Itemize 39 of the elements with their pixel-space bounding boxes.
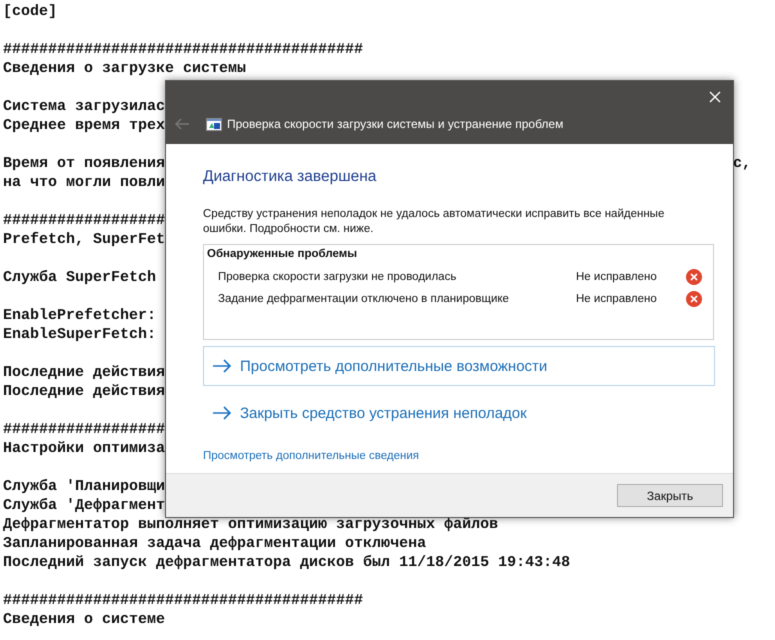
log-line: ################## xyxy=(3,420,166,439)
log-line: ################## xyxy=(3,211,166,230)
close-icon[interactable] xyxy=(707,89,723,105)
log-line: на что могли повли xyxy=(3,173,166,192)
problem-status: Не исправлено xyxy=(576,271,658,283)
command-link[interactable]: Просмотреть дополнительные возможности xyxy=(203,346,715,386)
window-icon xyxy=(206,118,222,130)
log-line: ######################################## xyxy=(3,591,364,610)
log-line: ######################################## xyxy=(3,40,364,59)
log-line: Время от появления xyxy=(3,154,166,173)
log-line: Дефрагментатор выполняет оптимизацию загрузочных файлов xyxy=(3,515,498,534)
panel-title: Обнаруженные проблемы xyxy=(207,248,358,260)
log-line: с, xyxy=(732,154,751,173)
log-line: [code] xyxy=(3,2,58,21)
problem-status: Не исправлено xyxy=(576,293,658,305)
log-line: EnableSuperFetch: xyxy=(3,325,156,344)
log-line: Запланированная задача дефрагментации отключена xyxy=(3,534,426,553)
log-line: Сведения о загрузке системы xyxy=(3,59,246,78)
status-message: Средству устранения неполадок не удалось автоматически исправить все найденные ошибки. Подробности см. ниже. xyxy=(203,207,666,237)
dialog-heading: Диагностика завершена xyxy=(203,168,378,186)
problem-name: Проверка скорости загрузки не проводилась xyxy=(218,271,458,283)
window-title: Проверка скорости загрузки системы и устранение проблем xyxy=(227,117,564,131)
problem-name: Задание дефрагментации отключено в планировщике xyxy=(218,293,510,305)
log-line: Служба SuperFetch xyxy=(3,268,156,287)
log-line: Prefetch, SuperFet xyxy=(3,230,166,249)
log-line: Последние действия xyxy=(3,382,166,401)
log-line: Среднее время трех xyxy=(3,116,166,135)
log-line: Служба 'Дефрагмент xyxy=(3,496,166,515)
log-line: Сведения о системе xyxy=(3,610,166,629)
log-line: Система загрузилас xyxy=(3,97,166,116)
arrow-icon xyxy=(212,406,232,420)
log-line: Последний запуск дефрагментатора дисков был 11/18/2015 19:43:48 xyxy=(3,553,570,572)
log-line: Служба 'Планировщи xyxy=(3,477,166,496)
log-line: Последние действия xyxy=(3,363,166,382)
arrow-icon xyxy=(212,359,232,373)
log-line: EnablePrefetcher: xyxy=(3,306,156,325)
close-button[interactable]: Закрыть xyxy=(617,484,723,507)
log-line: Настройки оптимиза xyxy=(3,439,166,458)
details-link[interactable]: Просмотреть дополнительные сведения xyxy=(203,450,419,462)
